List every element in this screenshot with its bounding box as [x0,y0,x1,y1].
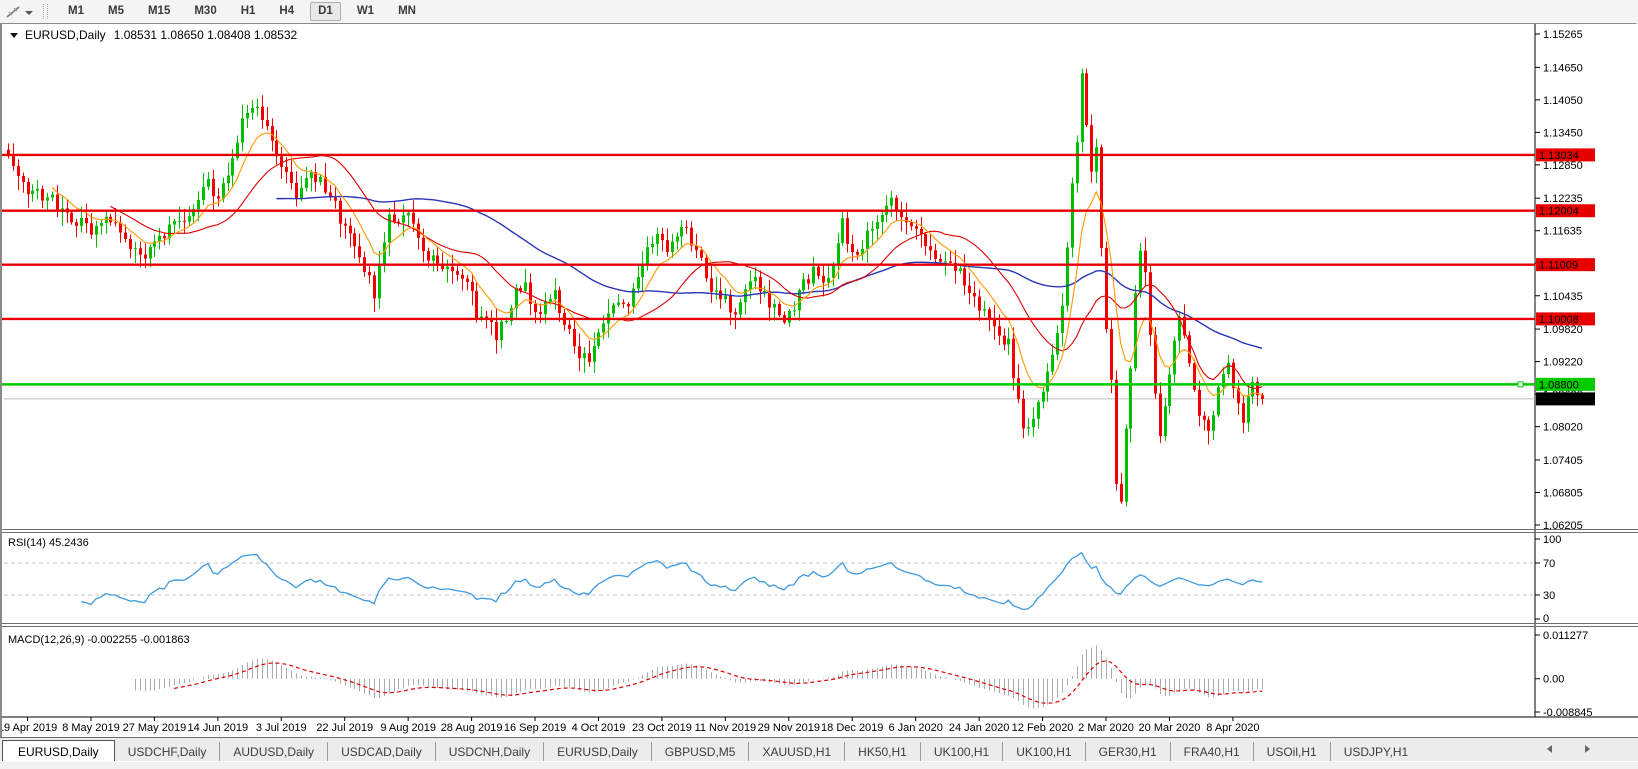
svg-text:6 Jan 2020: 6 Jan 2020 [888,722,942,734]
svg-text:29 Nov 2019: 29 Nov 2019 [758,722,820,734]
support-line-handle[interactable] [1518,382,1523,387]
svg-text:0: 0 [1543,613,1549,625]
mt4-terminal: { "toolbar": { "timeframes": ["M1","M5",… [0,0,1638,768]
svg-text:1.06205: 1.06205 [1543,520,1583,532]
timeframe-h1-button[interactable]: H1 [233,2,264,21]
chart-tab[interactable]: UK100,H1 [1002,742,1084,762]
chart-ohlc-values: 1.08531 1.08650 1.08408 1.08532 [114,28,298,42]
chart-tab[interactable]: USOil,H1 [1253,742,1330,762]
toolbar-grip[interactable] [43,4,48,19]
timeframe-w1-button[interactable]: W1 [349,2,382,21]
chart-tab-bar: EURUSD,Daily USDCHF,Daily AUDUSD,Daily U… [0,737,1638,762]
svg-text:3 Jul 2019: 3 Jul 2019 [256,722,307,734]
svg-text:4 Oct 2019: 4 Oct 2019 [572,722,626,734]
svg-text:27 May 2019: 27 May 2019 [123,722,187,734]
ma-slow-line [276,197,1262,349]
chart-tab[interactable]: GBPUSD,M5 [651,742,749,762]
svg-text:20 Mar 2020: 20 Mar 2020 [1139,722,1201,734]
rsi-line [81,553,1262,610]
ma-medium-line [110,156,1262,389]
tab-scroll-right-icon [1585,745,1590,753]
timeframe-d1-button[interactable]: D1 [310,2,341,21]
svg-text:28 Aug 2019: 28 Aug 2019 [441,722,503,734]
timeframe-m15-button[interactable]: M15 [140,2,178,21]
timeframe-mn-button[interactable]: MN [390,2,424,21]
timeframe-h4-button[interactable]: H4 [271,2,302,21]
svg-text:8 Apr 2020: 8 Apr 2020 [1206,722,1259,734]
svg-text:18 Dec 2019: 18 Dec 2019 [821,722,883,734]
svg-text:1.15265: 1.15265 [1543,29,1583,41]
chart-tab[interactable]: USDCAD,Daily [327,742,435,762]
svg-text:16 Sep 2019: 16 Sep 2019 [504,722,566,734]
chart-tab[interactable]: FRA40,H1 [1170,742,1253,762]
timeframe-m30-button[interactable]: M30 [186,2,224,21]
chart-tab[interactable]: EURUSD,Daily [543,742,651,762]
svg-text:1.10008: 1.10008 [1539,314,1579,326]
svg-text:1.08800: 1.08800 [1539,379,1579,391]
chart-tab[interactable]: GER30,H1 [1085,742,1170,762]
svg-text:14 Jun 2019: 14 Jun 2019 [188,722,249,734]
rsi-indicator-label: RSI(14) 45.2436 [8,537,89,549]
svg-text:1.11009: 1.11009 [1539,260,1578,272]
svg-text:23 Oct 2019: 23 Oct 2019 [632,722,692,734]
chart-tab-active[interactable]: EURUSD,Daily [2,740,115,762]
svg-text:1.12004: 1.12004 [1539,206,1579,218]
chart-window: 1.152651.146501.140501.134501.128501.122… [0,23,1636,737]
svg-text:70: 70 [1543,558,1555,570]
chart-tab[interactable]: HK50,H1 [844,742,920,762]
macd-indicator-label: MACD(12,26,9) -0.002255 -0.001863 [8,634,190,646]
rsi-pane: 100 70 30 0 [4,534,1561,625]
svg-text:1.09220: 1.09220 [1543,357,1583,369]
chart-title-caret-icon[interactable] [10,33,18,38]
svg-text:19 Apr 2019: 19 Apr 2019 [2,722,57,734]
chart-title: EURUSD,Daily 1.08531 1.08650 1.08408 1.0… [10,28,297,42]
svg-text:1.06805: 1.06805 [1543,487,1583,499]
chart-tab[interactable]: AUDUSD,Daily [219,742,327,762]
svg-text:22 Jul 2019: 22 Jul 2019 [316,722,373,734]
svg-text:1.13450: 1.13450 [1543,127,1583,139]
svg-text:12 Feb 2020: 12 Feb 2020 [1012,722,1074,734]
svg-text:24 Jan 2020: 24 Jan 2020 [949,722,1010,734]
svg-text:0.011277: 0.011277 [1543,630,1588,642]
tab-scroll-left-icon [1547,745,1552,753]
macd-signal-line [174,661,1262,703]
tab-scroll-right-button[interactable] [1581,742,1593,756]
svg-text:1.14650: 1.14650 [1543,62,1583,74]
chart-tab[interactable]: USDCNH,Daily [435,742,543,762]
svg-text:1.10435: 1.10435 [1543,291,1583,303]
chart-tab[interactable]: USDCHF,Daily [115,742,220,762]
svg-text:2 Mar 2020: 2 Mar 2020 [1078,722,1134,734]
trendline-tool-icon[interactable] [5,4,23,20]
timeframe-m1-button[interactable]: M1 [60,2,92,21]
chart-tab[interactable]: UK100,H1 [920,742,1002,762]
chart-tab[interactable]: XAUUSD,H1 [748,742,844,762]
tab-scroll-left-button[interactable] [1543,742,1555,756]
svg-text:1.14050: 1.14050 [1543,95,1583,107]
chart-tab[interactable]: USDJPY,H1 [1330,742,1421,762]
svg-text:1.08532: 1.08532 [1539,394,1579,406]
svg-text:1.12235: 1.12235 [1543,193,1583,205]
svg-text:11 Nov 2019: 11 Nov 2019 [695,722,757,734]
time-axis: 19 Apr 2019 8 May 2019 27 May 201914 Jun 2… [2,717,1638,734]
timeframe-m5-button[interactable]: M5 [100,2,132,21]
svg-text:0.00: 0.00 [1543,674,1564,686]
price-levels [2,155,1535,387]
svg-text:1.11635: 1.11635 [1543,226,1582,238]
svg-text:1.07405: 1.07405 [1543,455,1583,467]
top-toolbar: M1 M5 M15 M30 H1 H4 D1 W1 MN [0,0,1638,24]
svg-text:30: 30 [1543,590,1555,602]
chart-symbol-period: EURUSD,Daily [25,28,106,42]
svg-text:8 May 2019: 8 May 2019 [62,722,119,734]
svg-text:9 Aug 2019: 9 Aug 2019 [380,722,436,734]
candlestick-series [7,69,1264,507]
tool-dropdown-caret-icon[interactable] [25,11,33,15]
macd-histogram: 0.0112770.00-0.008845 [136,630,1593,719]
svg-text:100: 100 [1543,534,1561,546]
svg-text:1.08020: 1.08020 [1543,422,1583,434]
chart-canvas[interactable]: 1.152651.146501.140501.134501.128501.122… [2,24,1638,738]
svg-text:1.13034: 1.13034 [1539,150,1579,162]
